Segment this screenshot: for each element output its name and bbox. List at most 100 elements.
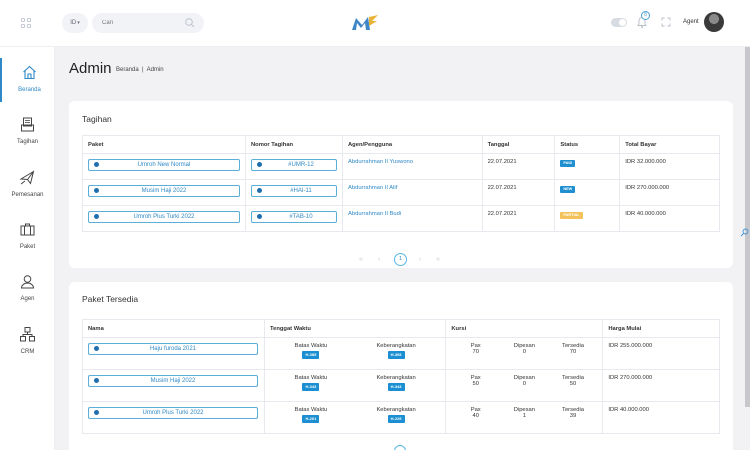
sidebar-item-label: Beranda	[18, 87, 41, 93]
home-icon	[23, 65, 36, 80]
departure-label: Keberangkatan	[376, 407, 416, 413]
package-pill[interactable]: Umroh New Normal	[88, 159, 240, 171]
table-row[interactable]: Umroh Plus Turki 2022 Batas Waktu H-201 K…	[82, 401, 720, 434]
available-value: 50	[569, 381, 577, 387]
tagihan-title: Tagihan	[82, 114, 112, 124]
table-row[interactable]: Musim Haji 2022 Batas Waktu H-343 Keberan…	[82, 369, 720, 402]
package-pill[interactable]: Umroh Plus Turki 2022	[88, 407, 258, 419]
agent-icon	[20, 275, 35, 289]
first-page-icon[interactable]: «	[359, 256, 363, 263]
info-dot-icon	[257, 188, 262, 193]
column-header: Nama	[82, 319, 265, 338]
next-page-icon[interactable]: ›	[419, 256, 421, 263]
page-number-button[interactable]	[394, 445, 406, 450]
booked-value: 0	[522, 381, 526, 387]
invoice-icon	[21, 117, 34, 132]
column-header: Kursi	[445, 319, 604, 338]
departure-label: Keberangkatan	[376, 375, 416, 381]
tagihan-card: Tagihan Paket Nomor Tagihan Agen/Penggun…	[69, 101, 733, 268]
agent-link[interactable]: Abdurrahman II Alif	[348, 185, 397, 191]
deadline-group: Batas Waktu H-201 Keberangkatan H-229	[270, 407, 440, 423]
deadline-label: Batas Waktu	[294, 407, 328, 413]
language-selector[interactable]: ID ▾	[62, 13, 88, 33]
price-cell: IDR 270.000.000	[602, 369, 720, 402]
info-dot-icon	[94, 162, 99, 167]
sidebar-item-beranda[interactable]: Beranda	[0, 58, 55, 102]
sidebar-item-tagihan[interactable]: Tagihan	[0, 110, 55, 154]
deadline-label: Batas Waktu	[294, 375, 328, 381]
sidebar-item-label: Paket	[19, 244, 36, 250]
sidebar-item-pemesanan[interactable]: Pemesanan	[0, 163, 55, 207]
package-pill[interactable]: Musim Haji 2022	[88, 375, 258, 387]
booked-value: 0	[522, 349, 526, 355]
column-header: Paket	[82, 135, 246, 154]
package-name: Umroh Plus Turki 2022	[133, 214, 195, 220]
agent-link[interactable]: Abdurrahman II Budi	[348, 211, 401, 217]
sidebar-item-agen[interactable]: Agen	[0, 267, 55, 311]
invoice-number-pill[interactable]: #HAI-11	[251, 185, 337, 197]
sidebar-item-label: CRM	[20, 349, 35, 355]
package-pill[interactable]: Haju furoda 2021	[88, 343, 258, 355]
page-title: Admin	[69, 60, 112, 77]
deadline-badge: H-201	[302, 415, 320, 423]
chevron-down-icon: ▾	[77, 20, 80, 26]
seat-group: Pax 40 Dipesan 1 Tersedia 39	[451, 407, 597, 419]
column-header: Nomor Tagihan	[245, 135, 343, 154]
agent-link[interactable]: Abdurrahman II Yuswono	[348, 159, 413, 165]
sidebar: Beranda Tagihan Pemesanan Paket Agen CRM	[0, 47, 55, 450]
deadline-badge: H-343	[302, 383, 320, 391]
departure-badge: H-393	[387, 351, 405, 359]
status-badge: PAID	[560, 160, 576, 167]
column-header: Tenggat Waktu	[263, 319, 447, 338]
info-dot-icon	[94, 378, 99, 383]
package-name: Musim Haji 2022	[150, 378, 196, 384]
booked-value: 1	[522, 413, 526, 419]
total-cell: IDR 32.000.000	[619, 153, 720, 180]
prev-page-icon[interactable]: ‹	[378, 256, 380, 263]
scrollbar[interactable]	[745, 47, 750, 407]
available-value: 70	[569, 349, 577, 355]
available-value: 39	[569, 413, 577, 419]
invoice-number-pill[interactable]: #TAB-10	[251, 211, 337, 223]
table-row[interactable]: Umroh Plus Turki 2022 #TAB-10 Abdurrahma…	[82, 205, 720, 232]
crm-icon	[20, 327, 35, 342]
departure-badge: H-343	[387, 383, 405, 391]
date-cell: 22.07.2021	[481, 179, 556, 206]
brand-logo-icon[interactable]	[350, 12, 380, 34]
table-header-row: Paket Nomor Tagihan Agen/Pengguna Tangga…	[82, 135, 720, 154]
package-name: Umroh New Normal	[137, 162, 191, 168]
language-label: ID	[70, 20, 77, 26]
package-pill[interactable]: Umroh Plus Turki 2022	[88, 211, 240, 223]
table-row[interactable]: Musim Haji 2022 #HAI-11 Abdurrahman II A…	[82, 179, 720, 206]
theme-toggle[interactable]	[611, 18, 627, 27]
sidebar-item-paket[interactable]: Paket	[0, 215, 55, 259]
last-page-icon[interactable]: »	[436, 256, 440, 263]
page-number-button[interactable]: 1	[394, 253, 407, 266]
menu-grid-icon[interactable]	[21, 18, 31, 28]
sidebar-item-crm[interactable]: CRM	[0, 320, 55, 364]
search-icon[interactable]	[740, 228, 749, 237]
deadline-group: Batas Waktu H-385 Keberangkatan H-393	[270, 343, 440, 359]
column-header: Total Bayar	[619, 135, 720, 154]
table-row[interactable]: Umroh New Normal #UMR-12 Abdurrahman II …	[82, 153, 720, 180]
search-icon[interactable]	[184, 17, 196, 29]
paket-tersedia-title: Paket Tersedia	[82, 294, 139, 304]
price-cell: IDR 255.000.000	[602, 337, 720, 370]
table-header-row: Nama Tenggat Waktu Kursi Harga Mulai	[82, 319, 720, 338]
pax-value: 70	[472, 349, 479, 355]
departure-label: Keberangkatan	[376, 343, 416, 349]
seat-group: Pax 50 Dipesan 0 Tersedia 50	[451, 375, 597, 387]
table-row[interactable]: Haju furoda 2021 Batas Waktu H-385 Kebera…	[82, 337, 720, 370]
fullscreen-icon[interactable]	[661, 17, 671, 27]
deadline-label: Batas Waktu	[294, 343, 328, 349]
info-dot-icon	[94, 410, 99, 415]
total-cell: IDR 270.000.000	[619, 179, 720, 206]
paket-tersedia-card: Paket Tersedia Nama Tenggat Waktu Kursi …	[69, 282, 733, 450]
avatar[interactable]	[704, 12, 724, 32]
info-dot-icon	[257, 162, 262, 167]
search-input[interactable]	[102, 17, 182, 29]
invoice-number: #UMR-12	[288, 162, 314, 168]
invoice-number-pill[interactable]: #UMR-12	[251, 159, 337, 171]
package-pill[interactable]: Musim Haji 2022	[88, 185, 240, 197]
plane-icon	[19, 170, 35, 185]
